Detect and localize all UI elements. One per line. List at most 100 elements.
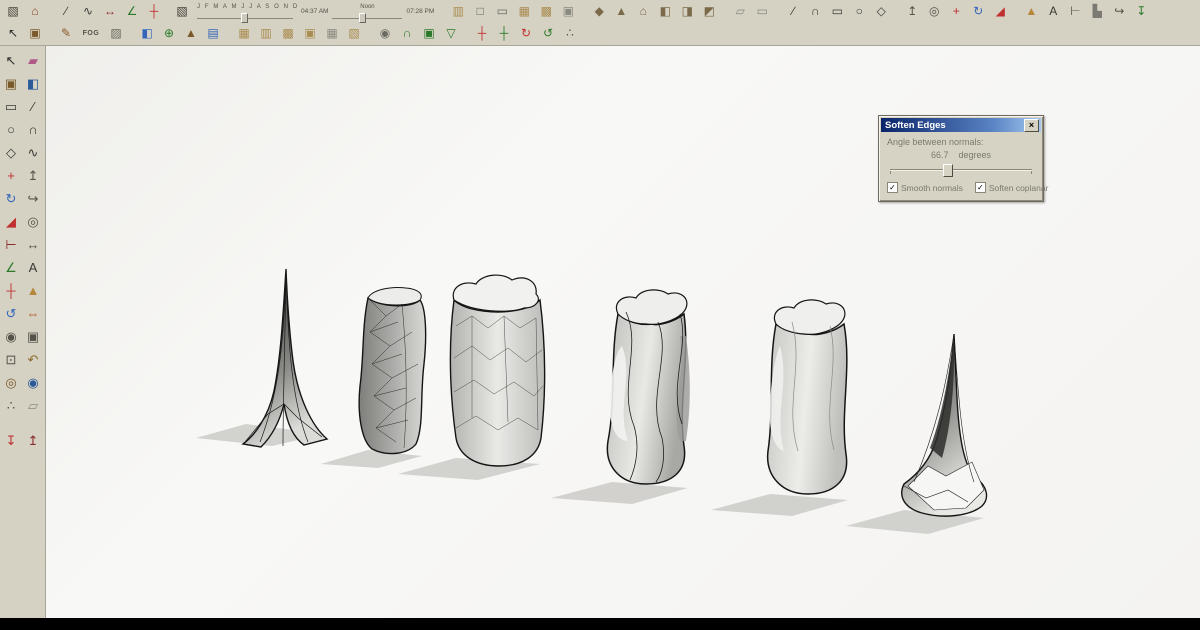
axes-tool-icon[interactable]: ┼: [143, 1, 165, 21]
model-twisted-column-smooth[interactable]: [711, 300, 848, 516]
follow-me-icon[interactable]: ↪: [1108, 1, 1130, 21]
freehand-icon[interactable]: ∿: [22, 141, 44, 164]
shadows-icon[interactable]: ▨: [105, 23, 127, 43]
close-icon[interactable]: ×: [1024, 119, 1039, 132]
style-cube-icon-3[interactable]: ▩: [277, 23, 299, 43]
select-icon[interactable]: ↖: [2, 23, 24, 43]
smooth-normals-checkbox[interactable]: ✓ Smooth normals: [887, 182, 963, 193]
push-pull-tool-icon[interactable]: ↥: [22, 164, 44, 187]
shadow-date-slider[interactable]: J F M A M J J A S O N D: [197, 4, 293, 19]
text-icon[interactable]: A: [22, 256, 44, 279]
rotate-ccw-icon[interactable]: ↺: [537, 23, 559, 43]
style-cube-icon-2[interactable]: ▥: [255, 23, 277, 43]
circle-tool-icon[interactable]: ○: [0, 118, 22, 141]
xray-style-icon[interactable]: ▥: [447, 1, 469, 21]
text-tool-icon[interactable]: A: [1042, 1, 1064, 21]
red-axis-icon[interactable]: ┼: [471, 23, 493, 43]
offset-icon[interactable]: ◎: [923, 1, 945, 21]
green-axis-icon[interactable]: ┼: [493, 23, 515, 43]
model-twisted-column-faceted-dark[interactable]: [321, 287, 426, 468]
right-view-icon[interactable]: ◧: [654, 1, 676, 21]
smoove-icon[interactable]: ∩: [396, 23, 418, 43]
select-tool-icon[interactable]: ↖: [0, 49, 22, 72]
back-view-icon[interactable]: ◨: [676, 1, 698, 21]
shadows-toggle-icon[interactable]: ▧: [171, 1, 193, 21]
protractor-tool-icon[interactable]: ∠: [121, 1, 143, 21]
terrain-icon[interactable]: ▲: [180, 23, 202, 43]
iso-view-icon[interactable]: ◆: [588, 1, 610, 21]
position-camera-icon[interactable]: ◎: [0, 371, 22, 394]
share-model-icon[interactable]: ↥: [22, 429, 44, 452]
soften-coplanar-checkbox[interactable]: ✓ Soften coplanar: [975, 182, 1049, 193]
shaded-style-icon[interactable]: ▦: [513, 1, 535, 21]
move-tool-icon[interactable]: +: [0, 164, 22, 187]
dimension-icon[interactable]: ↔: [22, 233, 44, 256]
arc-tool-icon[interactable]: ∩: [22, 118, 44, 141]
house-icon[interactable]: ⌂: [24, 1, 46, 21]
angle-slider[interactable]: [890, 164, 1032, 175]
drape-icon[interactable]: ▽: [440, 23, 462, 43]
pan-icon[interactable]: ⇔: [22, 302, 44, 325]
style-cube-icon-5[interactable]: ▦: [321, 23, 343, 43]
arc-icon[interactable]: ∩: [804, 1, 826, 21]
add-location-icon[interactable]: ⊕: [158, 23, 180, 43]
fog-button[interactable]: FOG: [77, 23, 105, 43]
top-view-icon[interactable]: ▲: [610, 1, 632, 21]
group-icon[interactable]: ▣: [24, 23, 46, 43]
section-plane-icon[interactable]: ▱: [729, 1, 751, 21]
freehand-tool-icon[interactable]: ∿: [77, 1, 99, 21]
style-cube-icon-6[interactable]: ▧: [343, 23, 365, 43]
soften-edges-icon[interactable]: ◉: [374, 23, 396, 43]
dimension-tool-icon[interactable]: ↔: [99, 1, 121, 21]
scale-icon[interactable]: ◢: [989, 1, 1011, 21]
shadow-time-thumb[interactable]: [359, 13, 366, 23]
offset-tool-icon[interactable]: ◎: [22, 210, 44, 233]
get-models-icon[interactable]: ↧: [0, 429, 22, 452]
stamp-icon[interactable]: ▣: [418, 23, 440, 43]
protractor-icon[interactable]: ∠: [0, 256, 22, 279]
stairs-icon[interactable]: ▙: [1086, 1, 1108, 21]
pencil-icon[interactable]: ✎: [55, 23, 77, 43]
style-cube-icon-4[interactable]: ▣: [299, 23, 321, 43]
previous-view-icon[interactable]: ↶: [22, 348, 44, 371]
eraser-tool-icon[interactable]: ▰: [22, 49, 44, 72]
photo-texture-icon[interactable]: ▤: [202, 23, 224, 43]
section-cut-icon[interactable]: ▭: [751, 1, 773, 21]
line-tool-icon[interactable]: ∕: [55, 1, 77, 21]
pyramid-icon[interactable]: ▲: [1020, 1, 1042, 21]
section-plane-tool-icon[interactable]: ▱: [22, 394, 44, 417]
rectangle-icon[interactable]: ▭: [826, 1, 848, 21]
warehouse-icon[interactable]: ↧: [1130, 1, 1152, 21]
front-view-icon[interactable]: ⌂: [632, 1, 654, 21]
hidden-line-style-icon[interactable]: ▭: [491, 1, 513, 21]
line-icon[interactable]: ∕: [782, 1, 804, 21]
tape-measure-tool-icon[interactable]: ⊢: [0, 233, 22, 256]
paint-bucket-icon[interactable]: ◧: [22, 72, 44, 95]
rotate-tool-icon[interactable]: ↻: [0, 187, 22, 210]
line-draw-icon[interactable]: ∕: [22, 95, 44, 118]
monochrome-style-icon[interactable]: ▣: [557, 1, 579, 21]
slider-thumb[interactable]: [943, 164, 953, 177]
circle-icon[interactable]: ○: [848, 1, 870, 21]
wireframe-style-icon[interactable]: □: [469, 1, 491, 21]
rotate-cw-icon[interactable]: ↻: [515, 23, 537, 43]
three-d-text-icon[interactable]: ▲: [22, 279, 44, 302]
walk-icon[interactable]: ∴: [559, 23, 581, 43]
dialog-titlebar[interactable]: Soften Edges ×: [881, 118, 1041, 132]
follow-me-tool-icon[interactable]: ↪: [22, 187, 44, 210]
shadow-date-thumb[interactable]: [241, 13, 248, 23]
rotate-icon[interactable]: ↻: [967, 1, 989, 21]
style-cube-icon[interactable]: ▦: [233, 23, 255, 43]
model-twisted-spire-mixed[interactable]: [846, 334, 987, 534]
scale-tool-icon[interactable]: ◢: [0, 210, 22, 233]
left-view-icon[interactable]: ◩: [698, 1, 720, 21]
model-cube-icon[interactable]: ▧: [2, 1, 24, 21]
walk-tool-icon[interactable]: ∴: [0, 394, 22, 417]
textured-style-icon[interactable]: ▩: [535, 1, 557, 21]
component-tool-icon[interactable]: ▣: [0, 72, 22, 95]
zoom-extents-icon[interactable]: ⊡: [0, 348, 22, 371]
axes-icon[interactable]: ┼: [0, 279, 22, 302]
shadow-time-slider[interactable]: 04:37 AM Noon 07:28 PM: [301, 4, 434, 19]
zoom-icon[interactable]: ◉: [0, 325, 22, 348]
tape-measure-icon[interactable]: ⊢: [1064, 1, 1086, 21]
